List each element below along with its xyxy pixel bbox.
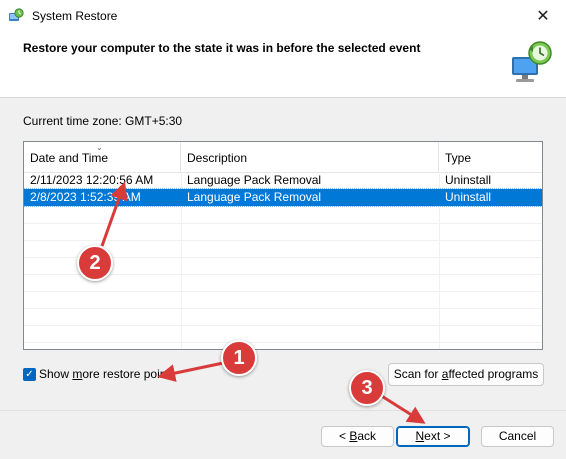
annotation-badge-2: 2 [77,245,113,281]
annotation-arrows [100,181,426,424]
annotation-arrow-2 [100,181,128,247]
annotation-badge-3: 3 [349,370,385,406]
annotation-arrow-1 [157,360,229,382]
annotation-arrow-3 [379,393,426,424]
annotation-badge-1: 1 [221,340,257,376]
